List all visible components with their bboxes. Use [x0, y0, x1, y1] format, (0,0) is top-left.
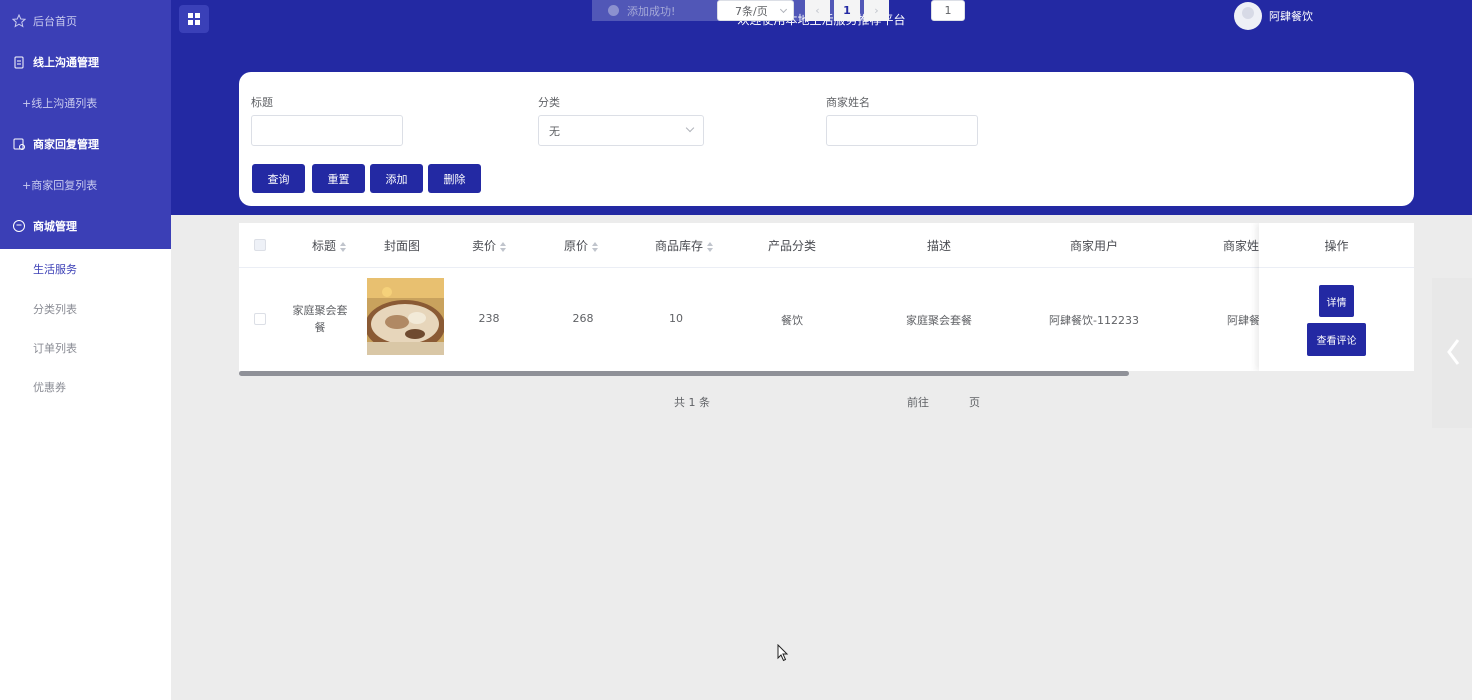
- sidebar-group-label: 线上沟通管理: [33, 55, 99, 69]
- cell-description: 家庭聚会套餐: [906, 314, 972, 327]
- horizontal-scrollbar[interactable]: [239, 371, 1129, 376]
- column-header-cover: 封面图: [383, 239, 420, 253]
- title-label: 标题: [251, 96, 273, 109]
- cell-category: 餐饮: [781, 314, 803, 327]
- category-selected-value: 无: [549, 124, 560, 138]
- category-select[interactable]: 无: [538, 115, 704, 146]
- cover-image: [365, 278, 445, 355]
- sidebar-item-label: 生活服务: [33, 263, 77, 276]
- sort-icon[interactable]: [592, 241, 598, 252]
- sort-icon[interactable]: [340, 241, 346, 252]
- sidebar-item-life-service[interactable]: 生活服务: [0, 249, 171, 289]
- column-header-label: 商品库存: [654, 239, 703, 253]
- sidebar-item-category-list[interactable]: 分类列表: [0, 289, 171, 328]
- chat-icon: [13, 219, 25, 232]
- sidebar-item-label: +商家回复列表: [22, 178, 98, 192]
- header-divider: [1259, 267, 1414, 268]
- cell-sell-price: 238: [478, 312, 500, 325]
- sidebar-item-online-list[interactable]: +线上沟通列表: [0, 82, 171, 123]
- sidebar: 后台首页 线上沟通管理 +线上沟通列表 商家回复管理 +商家回复列表 商城管理 …: [0, 0, 171, 700]
- goto-label: 前往: [907, 395, 929, 409]
- search-form: 标题 分类 无 商家姓名 查询 重置 添加 删除: [239, 72, 1414, 206]
- prev-page-button[interactable]: ‹: [805, 0, 830, 21]
- sidebar-group-reply[interactable]: 商家回复管理: [0, 123, 171, 164]
- sidebar-menu: 后台首页 线上沟通管理 +线上沟通列表 商家回复管理 +商家回复列表 商城管理: [0, 0, 171, 249]
- reply-icon: [13, 138, 25, 150]
- pagination-total: 共 1 条: [674, 395, 710, 409]
- mouse-cursor-icon: [777, 644, 789, 662]
- username: 阿肆餐饮: [1269, 10, 1313, 23]
- column-header-label: 卖价: [471, 239, 496, 253]
- column-header-stock[interactable]: 商品库存: [629, 237, 739, 254]
- column-header-sell-price[interactable]: 卖价: [449, 237, 529, 254]
- sidebar-item-label: 后台首页: [33, 14, 77, 28]
- row-checkbox[interactable]: [254, 313, 266, 325]
- column-header-label: 原价: [563, 239, 588, 253]
- sidebar-item-label: 订单列表: [33, 341, 77, 355]
- page-number-button[interactable]: 1: [834, 0, 860, 21]
- column-header-category: 产品分类: [767, 239, 816, 253]
- cell-stock: 10: [669, 312, 683, 325]
- sidebar-item-order-list[interactable]: 订单列表: [0, 328, 171, 367]
- sidebar-item-label: +线上沟通列表: [22, 96, 98, 110]
- cell-title: 家庭聚会套餐: [292, 304, 348, 334]
- side-drawer-toggle[interactable]: [1432, 278, 1472, 428]
- column-header-merchant-user: 商家用户: [1069, 239, 1118, 253]
- sidebar-group-online[interactable]: 线上沟通管理: [0, 41, 171, 82]
- sidebar-item-reply-list[interactable]: +商家回复列表: [0, 164, 171, 205]
- sidebar-item-coupon[interactable]: 优惠券: [0, 367, 171, 406]
- chevron-left-icon: [1447, 339, 1460, 365]
- column-header-description: 描述: [926, 239, 951, 253]
- sort-icon[interactable]: [707, 241, 713, 252]
- view-comments-button[interactable]: 查看评论: [1307, 323, 1366, 356]
- delete-button[interactable]: 删除: [428, 164, 481, 193]
- sidebar-item-label: 分类列表: [33, 302, 77, 316]
- reset-button[interactable]: 重置: [312, 164, 365, 193]
- chevron-right-icon: ›: [874, 4, 879, 17]
- chevron-down-icon: [685, 123, 695, 133]
- category-label: 分类: [538, 96, 560, 109]
- column-header-actions: 操作: [1324, 239, 1349, 253]
- column-header-label: 标题: [311, 239, 336, 253]
- header-divider: [239, 267, 1414, 268]
- goto-page-input[interactable]: 1: [931, 0, 965, 21]
- data-table: 标题 封面图 卖价 原价 商品库存 产品分类 描述 商家用户 商家姓 家庭聚会套…: [239, 223, 1414, 371]
- avatar: [1234, 2, 1262, 30]
- sidebar-item-home[interactable]: 后台首页: [0, 0, 171, 41]
- page-size-select[interactable]: 7条/页: [717, 0, 794, 21]
- title-input[interactable]: [251, 115, 403, 146]
- star-icon: [12, 13, 26, 28]
- column-header-title[interactable]: 标题: [284, 237, 374, 254]
- sidebar-group-label: 商家回复管理: [33, 137, 99, 151]
- page-size-value: 7条/页: [735, 4, 768, 18]
- chevron-down-icon: [779, 5, 788, 14]
- sidebar-group-mall[interactable]: 商城管理: [0, 205, 171, 246]
- merchant-label: 商家姓名: [826, 96, 870, 109]
- user-menu[interactable]: 阿肆餐饮: [1234, 2, 1313, 30]
- column-header-original-price[interactable]: 原价: [541, 237, 621, 254]
- chevron-left-icon: ‹: [815, 4, 820, 17]
- clipboard-icon: [14, 56, 24, 68]
- sidebar-group-label: 商城管理: [33, 219, 77, 233]
- next-page-button[interactable]: ›: [864, 0, 889, 21]
- sort-icon[interactable]: [500, 241, 506, 252]
- query-button[interactable]: 查询: [252, 164, 305, 193]
- cell-original-price: 268: [572, 312, 594, 325]
- page-suffix: 页: [969, 395, 980, 409]
- select-all-checkbox[interactable]: [254, 239, 266, 251]
- add-button[interactable]: 添加: [370, 164, 423, 193]
- merchant-name-input[interactable]: [826, 115, 978, 146]
- sidebar-item-label: 优惠券: [33, 380, 66, 394]
- cell-merchant-user: 阿肆餐饮-112233: [1049, 314, 1139, 327]
- detail-button[interactable]: 详情: [1319, 285, 1354, 317]
- actions-column: 操作 详情 查看评论: [1259, 223, 1414, 371]
